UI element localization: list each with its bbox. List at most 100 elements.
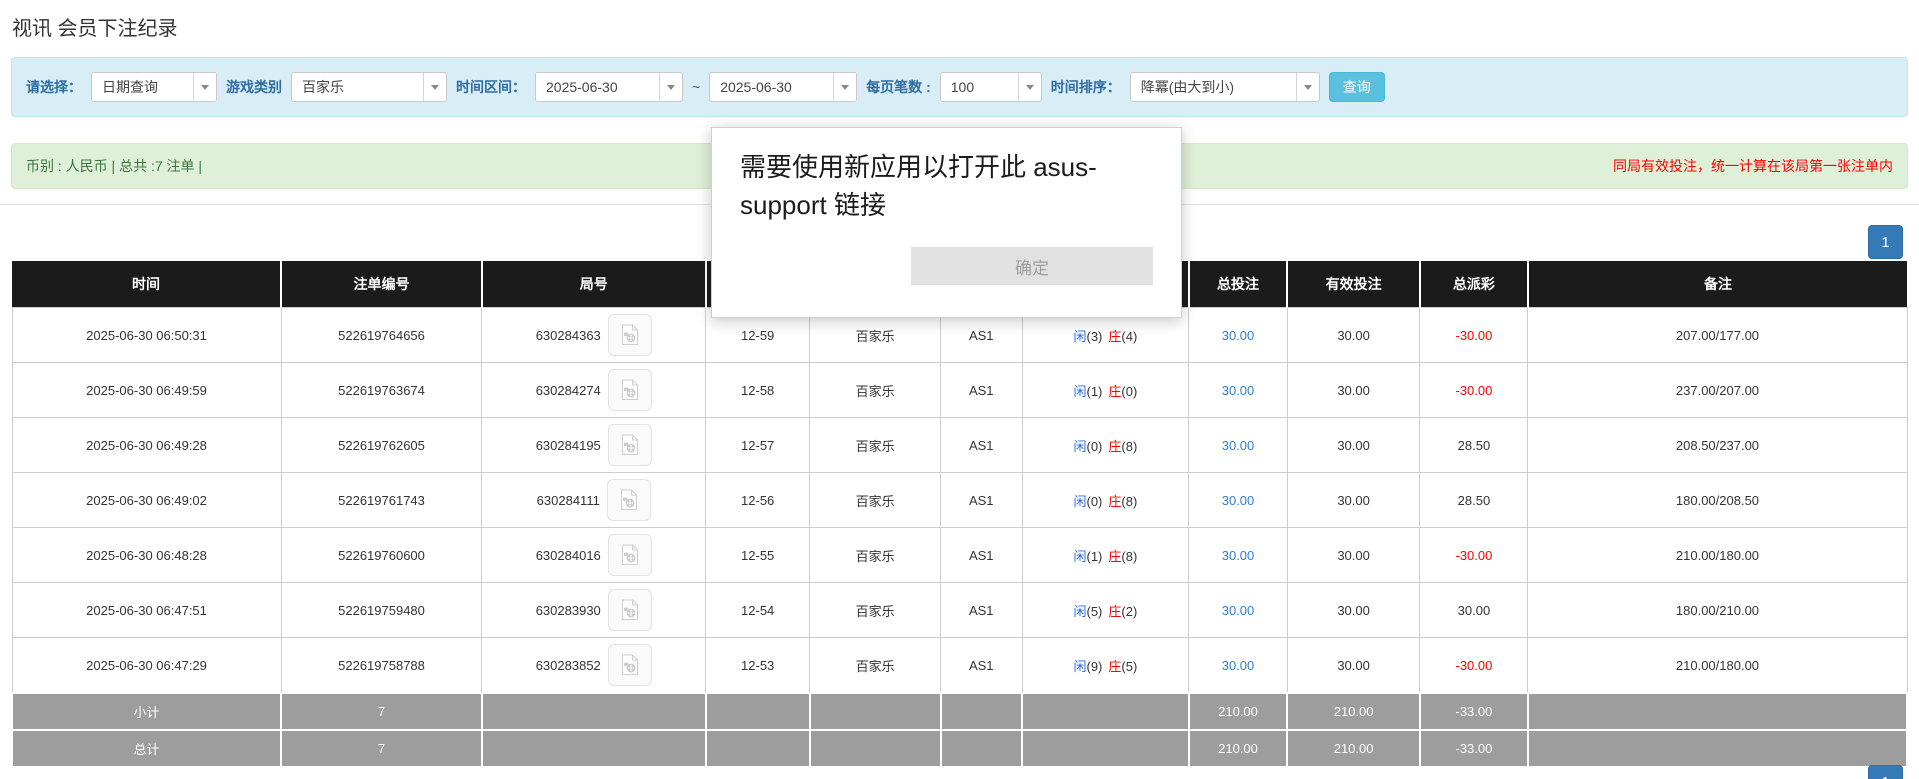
- total-payout: -33.00: [1420, 730, 1528, 767]
- time-sort-select[interactable]: 降冪(由大到小): [1130, 72, 1320, 102]
- video-replay-button[interactable]: [607, 479, 651, 521]
- date-type-label: 请选择：: [26, 77, 82, 97]
- bet-id-cell: 522619759480: [281, 583, 482, 638]
- time-cell: 2025-06-30 06:47:29: [12, 638, 281, 694]
- valid-bet-note: 同局有效投注，统一计算在该局第一张注单内: [1613, 156, 1893, 176]
- chevron-down-icon[interactable]: [423, 73, 446, 101]
- page-title: 视讯 会员下注纪录: [12, 12, 1919, 41]
- round-number: 630284274: [536, 383, 601, 398]
- valid-bet-cell: 30.00: [1287, 528, 1420, 583]
- shoe-round-cell: 12-54: [706, 583, 810, 638]
- total-bet-link[interactable]: 30.00: [1222, 603, 1255, 618]
- game-type-value: 百家乐: [292, 77, 423, 97]
- video-replay-button[interactable]: [608, 314, 652, 356]
- remark-cell: 210.00/180.00: [1528, 638, 1907, 694]
- time-cell: 2025-06-30 06:48:28: [12, 528, 281, 583]
- date-from-input[interactable]: 2025-06-30: [535, 72, 683, 102]
- chevron-down-icon[interactable]: [1018, 73, 1041, 101]
- chevron-down-icon[interactable]: [1296, 73, 1319, 101]
- total-bet-cell: 30.00: [1189, 583, 1288, 638]
- bet-content-cell: 闲(1)庄(8): [1022, 528, 1189, 583]
- total-bet-link[interactable]: 30.00: [1222, 328, 1255, 343]
- total-total-bet: 210.00: [1189, 730, 1288, 767]
- chevron-down-icon[interactable]: [659, 73, 682, 101]
- page: 视讯 会员下注纪录 请选择： 日期查询 游戏类别 百家乐 时间区间： 2025-…: [0, 12, 1919, 779]
- total-bet-link[interactable]: 30.00: [1222, 438, 1255, 453]
- total-bet-cell: 30.00: [1189, 528, 1288, 583]
- shoe-round-cell: 12-57: [706, 418, 810, 473]
- table-row: 2025-06-30 06:47:51 522619759480 6302839…: [12, 583, 1907, 638]
- page-size-label: 每页笔数 :: [866, 77, 931, 97]
- video-replay-button[interactable]: [608, 534, 652, 576]
- table-name-cell: AS1: [941, 363, 1022, 418]
- date-from-value: 2025-06-30: [536, 79, 659, 95]
- time-cell: 2025-06-30 06:50:31: [12, 308, 281, 363]
- page-size-input[interactable]: 100: [940, 72, 1042, 102]
- column-header: 局号: [482, 261, 706, 308]
- range-tilde: ~: [692, 79, 700, 95]
- total-label: 总计: [12, 730, 281, 767]
- total-bet-link[interactable]: 30.00: [1222, 658, 1255, 673]
- time-cell: 2025-06-30 06:49:28: [12, 418, 281, 473]
- bet-id-cell: 522619761743: [281, 473, 482, 528]
- player-points: (3): [1086, 329, 1102, 344]
- total-row: 总计 7 210.00 210.00 -33.00: [12, 730, 1907, 767]
- payout-cell: 30.00: [1420, 583, 1528, 638]
- round-cell: 630284274: [482, 363, 706, 418]
- banker-label: 庄: [1108, 659, 1121, 674]
- bet-id-cell: 522619760600: [281, 528, 482, 583]
- game-type-select[interactable]: 百家乐: [291, 72, 447, 102]
- table-row: 2025-06-30 06:48:28 522619760600 6302840…: [12, 528, 1907, 583]
- column-header: 总投注: [1189, 261, 1288, 308]
- shoe-round-cell: 12-58: [706, 363, 810, 418]
- payout-cell: -30.00: [1420, 528, 1528, 583]
- total-bet-link[interactable]: 30.00: [1222, 383, 1255, 398]
- video-replay-button[interactable]: [608, 369, 652, 411]
- player-points: (1): [1086, 549, 1102, 564]
- column-header: 有效投注: [1287, 261, 1420, 308]
- video-replay-button[interactable]: [608, 644, 652, 686]
- table-name-cell: AS1: [941, 418, 1022, 473]
- pagination-page-button[interactable]: 1: [1868, 225, 1903, 259]
- subtotal-count: 7: [281, 693, 482, 730]
- subtotal-label: 小计: [12, 693, 281, 730]
- banker-label: 庄: [1108, 329, 1121, 344]
- time-cell: 2025-06-30 06:49:59: [12, 363, 281, 418]
- round-number: 630284111: [537, 493, 600, 508]
- valid-bet-cell: 30.00: [1287, 583, 1420, 638]
- game-type-label: 游戏类别: [226, 77, 282, 97]
- remark-cell: 237.00/207.00: [1528, 363, 1907, 418]
- pagination-page-button[interactable]: 1: [1868, 765, 1903, 779]
- search-button[interactable]: 查询: [1329, 72, 1385, 102]
- chevron-down-icon[interactable]: [833, 73, 856, 101]
- video-replay-button[interactable]: [608, 424, 652, 466]
- video-replay-button[interactable]: [608, 589, 652, 631]
- round-cell: 630283852: [482, 638, 706, 694]
- column-header: 注单编号: [281, 261, 482, 308]
- table-row: 2025-06-30 06:49:02 522619761743 6302841…: [12, 473, 1907, 528]
- remark-cell: 210.00/180.00: [1528, 528, 1907, 583]
- bet-content-cell: 闲(9)庄(5): [1022, 638, 1189, 694]
- valid-bet-cell: 30.00: [1287, 308, 1420, 363]
- chevron-down-icon[interactable]: [193, 73, 216, 101]
- player-points: (0): [1086, 494, 1102, 509]
- total-bet-cell: 30.00: [1189, 418, 1288, 473]
- total-bet-link[interactable]: 30.00: [1222, 493, 1255, 508]
- date-to-input[interactable]: 2025-06-30: [709, 72, 857, 102]
- date-type-select[interactable]: 日期查询: [91, 72, 217, 102]
- shoe-round-cell: 12-55: [706, 528, 810, 583]
- table-name-cell: AS1: [941, 583, 1022, 638]
- total-bet-cell: 30.00: [1189, 473, 1288, 528]
- player-label: 闲: [1073, 384, 1086, 399]
- banker-points: (5): [1121, 659, 1137, 674]
- dialog-ok-button[interactable]: 确定: [911, 247, 1153, 285]
- remark-cell: 207.00/177.00: [1528, 308, 1907, 363]
- subtotal-payout: -33.00: [1420, 693, 1528, 730]
- time-sort-value: 降冪(由大到小): [1131, 77, 1296, 97]
- round-number: 630284016: [536, 548, 601, 563]
- video-file-icon: [621, 379, 639, 401]
- total-bet-link[interactable]: 30.00: [1222, 548, 1255, 563]
- bet-content-cell: 闲(5)庄(2): [1022, 583, 1189, 638]
- open-app-dialog: 需要使用新应用以打开此 asus-support 链接 确定: [711, 127, 1182, 318]
- table-row: 2025-06-30 06:49:28 522619762605 6302841…: [12, 418, 1907, 473]
